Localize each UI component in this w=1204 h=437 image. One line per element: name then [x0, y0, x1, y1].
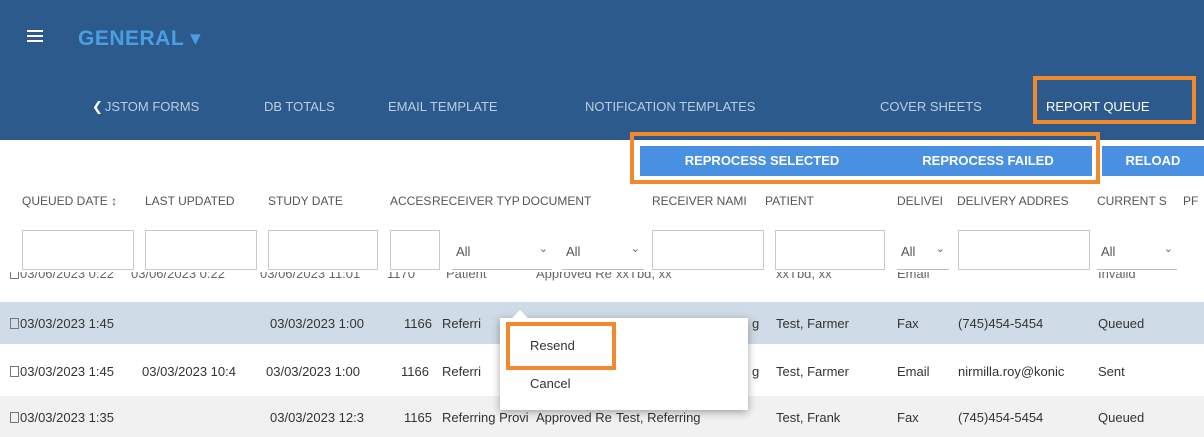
queued-date-cell: 03/03/2023 1:45: [10, 316, 260, 331]
delivery-address-cell: (745)454-5454: [958, 410, 1044, 425]
study-date-cell: 03/06/2023 11:01: [260, 272, 361, 281]
tab-db-totals[interactable]: DB TOTALS: [264, 92, 335, 122]
queued-date-filter[interactable]: [22, 230, 134, 270]
col-delivery-address[interactable]: DELIVERY ADDRES: [957, 194, 1095, 208]
document-cell: Approved Re: [536, 272, 612, 281]
last-updated-filter[interactable]: [145, 230, 257, 270]
queued-date-cell: 03/03/2023 1:35: [10, 410, 260, 425]
accession-cell: 1165: [404, 410, 432, 425]
queued-date-cell: 03/03/2023 1:45: [10, 364, 130, 379]
patient-cell: Test, Frank: [776, 410, 841, 425]
current-status-select[interactable]: All ⌄: [1097, 230, 1177, 270]
receiver-type-cell: Referring Provi: [442, 410, 529, 425]
accession-cell: 1170: [387, 272, 415, 281]
col-last-updated[interactable]: LAST UPDATED: [145, 194, 263, 208]
tab-email-template[interactable]: EMAIL TEMPLATE: [388, 92, 498, 122]
receiver-type-cell: Patient: [446, 272, 487, 281]
tab-notification-templates[interactable]: NOTIFICATION TEMPLATES: [585, 92, 755, 122]
filter-row: All ⌄ All ⌄ All ⌄ All ⌄: [0, 230, 1204, 270]
hamburger-icon[interactable]: [27, 30, 43, 42]
status-cell: Sent: [1098, 364, 1125, 379]
col-accession[interactable]: ACCESS: [390, 194, 432, 208]
column-header-row: QUEUED DATE ↕ LAST UPDATED STUDY DATE AC…: [0, 194, 1204, 218]
chevron-down-icon: ⌄: [630, 243, 640, 255]
receiver-name-cell: g: [752, 364, 760, 379]
document-icon: [10, 366, 19, 377]
app-title[interactable]: GENERAL ▾: [78, 26, 201, 51]
chevron-left-icon[interactable]: ❮: [92, 99, 103, 114]
document-icon: [10, 412, 19, 423]
receiver-name-cell: Test, Referring: [616, 410, 701, 425]
chevron-down-icon: ⌄: [935, 243, 945, 255]
delivery-address-cell: nirmilla.roy@konic: [958, 364, 1065, 379]
tab-custom-forms[interactable]: ❮ JSTOM FORMS: [92, 92, 199, 122]
document-cell: Approved Re: [536, 410, 612, 425]
delivery-address-cell: (745)454-5454: [958, 316, 1044, 331]
study-date-cell: 03/03/2023 1:00: [270, 316, 364, 331]
top-bar: GENERAL ▾ ❮ JSTOM FORMS DB TOTALS EMAIL T…: [0, 0, 1204, 140]
last-updated-cell: 03/06/2023 0:22: [131, 272, 225, 281]
document-select[interactable]: All ⌄: [562, 230, 644, 270]
status-cell: Queued: [1098, 316, 1145, 331]
reprocess-failed-button[interactable]: REPROCESS FAILED: [884, 146, 1092, 176]
accession-cell: 1166: [401, 364, 429, 379]
cancel-menu-item[interactable]: Cancel: [530, 376, 570, 391]
delivery-cell: Email: [897, 272, 930, 281]
resend-menu-item[interactable]: Resend: [530, 338, 575, 353]
queued-date-cell: 03/06/2023 0:22: [10, 272, 130, 281]
chevron-down-icon: ⌄: [538, 243, 548, 255]
receiver-type-cell: Referri: [442, 364, 482, 379]
delivery-select[interactable]: All ⌄: [897, 230, 949, 270]
patient-filter[interactable]: [775, 230, 885, 270]
document-icon: [10, 272, 19, 279]
col-delivery[interactable]: DELIVEI: [897, 194, 955, 208]
col-document[interactable]: DOCUMENT: [522, 194, 644, 208]
patient-cell: Test, Farmer: [776, 316, 849, 331]
receiver-name-cell: xxTbd, xx: [616, 272, 672, 281]
last-updated-cell: 03/03/2023 10:4: [142, 364, 236, 379]
chevron-down-icon: ⌄: [1163, 243, 1173, 255]
tab-report-queue[interactable]: REPORT QUEUE: [1046, 92, 1150, 122]
col-queued-date[interactable]: QUEUED DATE ↕: [22, 194, 144, 208]
col-current-status[interactable]: CURRENT S: [1097, 194, 1179, 208]
delivery-address-filter[interactable]: [958, 230, 1090, 270]
receiver-type-select[interactable]: All ⌄: [452, 230, 552, 270]
reprocess-selected-button[interactable]: REPROCESS SELECTED: [640, 146, 884, 176]
status-cell: Invalid: [1098, 272, 1136, 281]
accession-filter[interactable]: [390, 230, 440, 270]
tab-cover-sheets[interactable]: COVER SHEETS: [880, 92, 982, 122]
study-date-cell: 03/03/2023 12:3: [270, 410, 364, 425]
delivery-cell: Email: [897, 364, 930, 379]
accession-cell: 1166: [404, 316, 432, 331]
receiver-name-cell: g: [752, 316, 760, 331]
receiver-type-cell: Referri: [442, 316, 482, 331]
reload-button[interactable]: RELOAD: [1102, 146, 1204, 176]
col-patient[interactable]: PATIENT: [765, 194, 875, 208]
tab-bar: ❮ JSTOM FORMS DB TOTALS EMAIL TEMPLATE NO…: [0, 92, 1204, 122]
col-receiver-name[interactable]: RECEIVER NAMI: [652, 194, 764, 208]
document-icon: [10, 318, 19, 329]
col-study-date[interactable]: STUDY DATE: [268, 194, 386, 208]
study-date-filter[interactable]: [268, 230, 378, 270]
col-receiver-type[interactable]: RECEIVER TYP: [432, 194, 522, 208]
delivery-cell: Fax: [897, 410, 919, 425]
col-pf[interactable]: PF: [1183, 194, 1204, 208]
patient-cell: Test, Farmer: [776, 364, 849, 379]
status-cell: Queued: [1098, 410, 1145, 425]
table-row[interactable]: 03/06/2023 0:22 03/06/2023 0:22 03/06/20…: [0, 272, 1204, 286]
receiver-name-filter[interactable]: [652, 230, 764, 270]
patient-cell: xxTbd, xx: [776, 272, 832, 281]
menu-pointer: [512, 310, 528, 318]
study-date-cell: 03/03/2023 1:00: [266, 364, 360, 379]
context-menu: Resend Cancel: [500, 310, 748, 410]
delivery-cell: Fax: [897, 316, 919, 331]
